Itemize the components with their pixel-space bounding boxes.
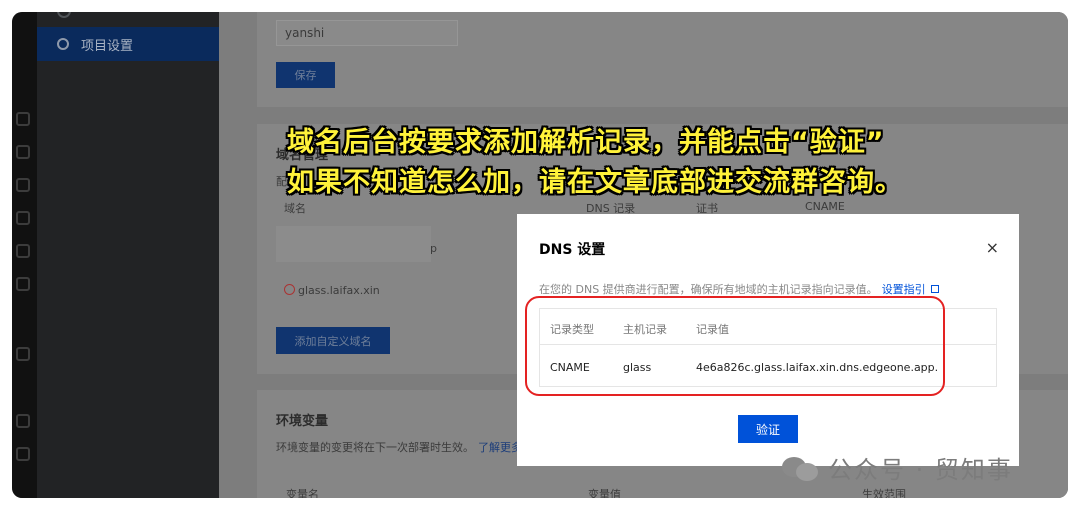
watermark: 公众号 · 贸知事 xyxy=(782,450,1013,485)
sidebar-item-project-settings[interactable]: 项目设置 xyxy=(37,27,219,61)
rail-icon[interactable] xyxy=(16,347,30,361)
col-cname: CNAME xyxy=(805,200,845,213)
col-var-name: 变量名 xyxy=(286,488,319,498)
setup-guide-link[interactable]: 设置指引 xyxy=(882,283,926,296)
rail-icon[interactable] xyxy=(16,145,30,159)
rail-icon[interactable] xyxy=(16,447,30,461)
wechat-icon xyxy=(782,453,822,483)
env-section-desc: 环境变量的变更将在下一次部署时生效。 了解更多 xyxy=(276,441,522,454)
domain-section-desc: 配 xyxy=(276,175,287,188)
warning-icon xyxy=(284,284,295,295)
project-name-input[interactable]: yanshi xyxy=(276,20,458,46)
verify-button[interactable]: 验证 xyxy=(738,415,798,443)
domain-row: glass.laifax.xin xyxy=(284,284,380,297)
caption-line-1: 域名后台按要求添加解析记录，并能点击“验证” xyxy=(287,127,885,158)
sidebar-item-label: 项目设置 xyxy=(81,38,134,54)
col-var-scope: 生效范围 xyxy=(862,488,906,498)
col-domain: 域名 xyxy=(284,202,306,215)
rail-icon[interactable] xyxy=(16,414,30,428)
domain-value: glass.laifax.xin xyxy=(298,284,380,297)
modal-title: DNS 设置 xyxy=(539,242,606,258)
rail-icon[interactable] xyxy=(16,112,30,126)
rail-icon[interactable] xyxy=(16,211,30,225)
env-learn-link[interactable]: 了解更多 xyxy=(478,441,522,454)
gear-icon xyxy=(57,38,69,50)
caption-line-2: 如果不知道怎么加，请在文章底部进交流群咨询。 xyxy=(287,167,903,198)
blurred-domain xyxy=(276,226,431,262)
icon-rail xyxy=(12,12,37,498)
sidebar-icon[interactable] xyxy=(57,12,71,18)
row-suffix: p xyxy=(430,242,437,255)
rail-icon[interactable] xyxy=(16,244,30,258)
external-link-icon[interactable] xyxy=(930,285,939,293)
rail-icon[interactable] xyxy=(16,178,30,192)
add-domain-button[interactable]: 添加自定义域名 xyxy=(276,327,390,354)
close-icon[interactable]: × xyxy=(986,238,999,257)
col-var-value: 变量值 xyxy=(588,488,621,498)
rail-icon[interactable] xyxy=(16,277,30,291)
sidebar: 项目设置 xyxy=(37,12,219,498)
env-section-title: 环境变量 xyxy=(276,414,329,429)
save-button[interactable]: 保存 xyxy=(276,62,335,88)
watermark-text: 公众号 · 贸知事 xyxy=(828,456,1013,484)
highlight-annotation xyxy=(525,296,945,396)
modal-description: 在您的 DNS 提供商进行配置，确保所有地域的主机记录指向记录值。 设置指引 xyxy=(539,281,939,297)
